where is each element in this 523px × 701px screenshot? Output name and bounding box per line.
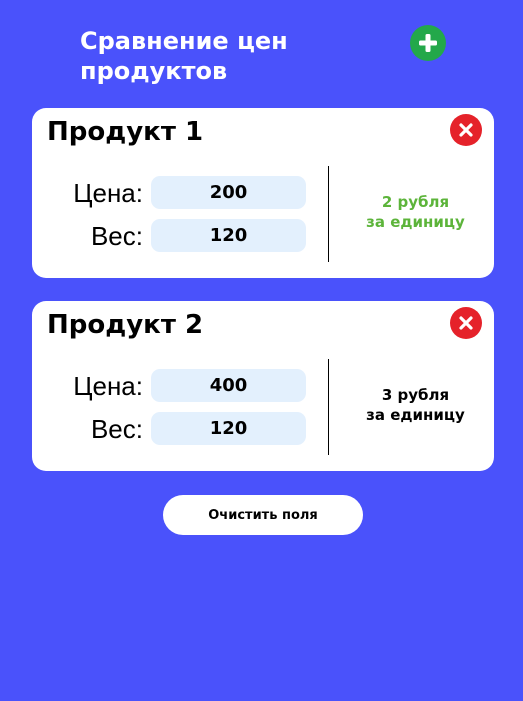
unit-price-value: 3 рубля bbox=[381, 386, 450, 404]
remove-product-button[interactable] bbox=[450, 114, 482, 146]
clear-fields-button[interactable]: Очистить поля bbox=[163, 495, 363, 535]
product-card-1: Продукт 1 Цена: 200 Вес: 120 2 рубля за … bbox=[32, 108, 494, 278]
plus-icon bbox=[419, 34, 437, 52]
close-icon bbox=[459, 123, 473, 137]
product-card-2: Продукт 2 Цена: 400 Вес: 120 3 рубля за … bbox=[32, 301, 494, 471]
page-title: Сравнение цен продуктов bbox=[80, 26, 340, 86]
add-product-button[interactable] bbox=[410, 25, 446, 61]
price-label: Цена: bbox=[73, 178, 143, 208]
remove-product-button[interactable] bbox=[450, 307, 482, 339]
page-title-line-2: продуктов bbox=[80, 57, 228, 85]
price-input[interactable]: 200 bbox=[151, 176, 306, 209]
unit-price-unit: за единицу bbox=[366, 213, 465, 231]
weight-label: Вес: bbox=[90, 414, 143, 444]
close-icon bbox=[459, 316, 473, 330]
price-label: Цена: bbox=[73, 371, 143, 401]
weight-label: Вес: bbox=[90, 221, 143, 251]
weight-input[interactable]: 120 bbox=[151, 412, 306, 445]
product-title: Продукт 1 bbox=[47, 117, 204, 147]
unit-price-result: 3 рубля за единицу bbox=[329, 385, 502, 425]
price-input[interactable]: 400 bbox=[151, 369, 306, 402]
weight-input[interactable]: 120 bbox=[151, 219, 306, 252]
unit-price-unit: за единицу bbox=[366, 406, 465, 424]
unit-price-result: 2 рубля за единицу bbox=[329, 192, 502, 232]
unit-price-value: 2 рубля bbox=[381, 193, 450, 211]
page-title-line-1: Сравнение цен bbox=[80, 27, 288, 55]
product-title: Продукт 2 bbox=[47, 310, 204, 340]
